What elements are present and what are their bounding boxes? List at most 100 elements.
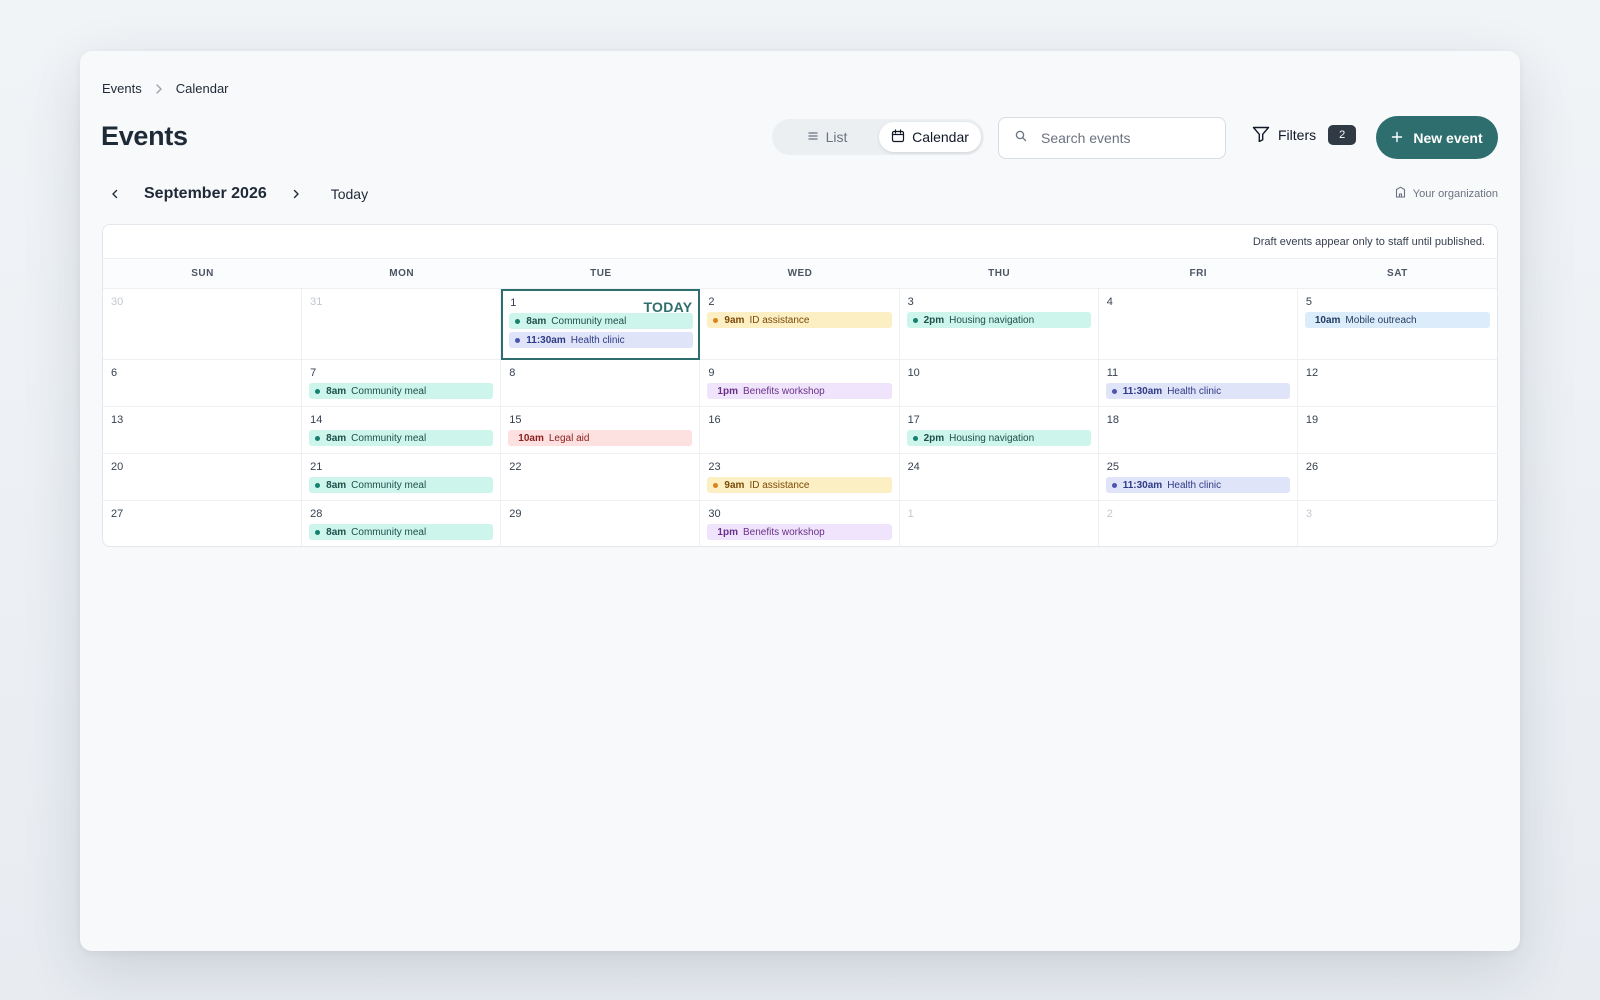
event-title: Housing navigation xyxy=(949,432,1035,444)
day-cell[interactable]: 28 8am Community meal xyxy=(302,501,502,546)
day-cell[interactable]: 18 xyxy=(1098,407,1298,454)
day-cell[interactable]: 29 xyxy=(501,501,701,546)
day-number: 14 xyxy=(310,414,323,426)
event-chip[interactable]: 9am ID assistance xyxy=(707,477,892,493)
day-cell[interactable]: 30 1pm Benefits workshop xyxy=(700,501,900,546)
day-number: 5 xyxy=(1305,296,1312,308)
day-cell[interactable]: 8 xyxy=(501,360,701,407)
day-cell[interactable]: 1 xyxy=(900,501,1099,546)
day-number: 23 xyxy=(708,461,721,473)
day-cell[interactable]: 4 xyxy=(1098,289,1298,360)
event-title: Housing navigation xyxy=(949,314,1035,326)
day-cell[interactable]: 17 2pm Housing navigation xyxy=(899,407,1099,454)
day-number: 30 xyxy=(708,508,721,520)
day-cell[interactable]: 3 xyxy=(1298,501,1497,546)
list-view-button[interactable]: List xyxy=(775,122,879,152)
day-cell[interactable]: 5 10am Mobile outreach xyxy=(1297,289,1497,360)
breadcrumb-events-link[interactable]: Events xyxy=(102,81,142,96)
app-window: Events Calendar Events List Calendar Sea… xyxy=(80,51,1520,951)
day-cell[interactable]: 9 1pm Benefits workshop xyxy=(700,360,900,407)
building-icon xyxy=(1395,186,1406,201)
day-cell[interactable]: 27 xyxy=(103,501,303,546)
event-status-dot xyxy=(713,482,719,488)
day-number: 21 xyxy=(310,461,323,473)
day-cell[interactable]: 23 9am ID assistance xyxy=(700,454,900,501)
event-chip[interactable]: 10am Mobile outreach xyxy=(1304,312,1490,328)
day-number: 2 xyxy=(1106,508,1113,520)
event-title: Community meal xyxy=(351,526,427,538)
event-chip[interactable]: 11:30am Health clinic xyxy=(1105,477,1290,493)
event-chip[interactable]: 2pm Housing navigation xyxy=(906,312,1091,328)
weekday-label: MON xyxy=(389,268,415,279)
day-number: 31 xyxy=(310,296,323,308)
filters-count-badge: 2 xyxy=(1328,125,1357,145)
day-cell[interactable]: 12 xyxy=(1297,360,1497,407)
day-cell[interactable]: 25 11:30am Health clinic xyxy=(1098,454,1298,501)
day-cell[interactable]: 2 xyxy=(1099,501,1298,546)
day-cell[interactable]: 14 8am Community meal xyxy=(302,407,502,454)
event-status-dot xyxy=(315,529,321,535)
list-icon xyxy=(807,129,819,145)
day-number: 7 xyxy=(310,367,317,379)
event-chip[interactable]: 8am Community meal xyxy=(309,477,494,493)
new-event-button[interactable]: New event xyxy=(1376,116,1498,159)
day-number: 2 xyxy=(708,296,715,308)
event-time: 11:30am xyxy=(1122,385,1163,397)
weekday-label: WED xyxy=(787,268,813,279)
day-cell[interactable]: 2 9am ID assistance xyxy=(700,289,900,360)
day-number: 9 xyxy=(708,367,715,379)
event-chip[interactable]: 8am Community meal xyxy=(309,383,494,399)
event-chip[interactable]: 10am Legal aid xyxy=(508,430,693,446)
event-title: Community meal xyxy=(351,479,427,491)
day-cell[interactable]: 26 xyxy=(1297,454,1497,501)
today-button[interactable]: Today xyxy=(331,186,368,202)
event-chip[interactable]: 1pm Benefits workshop xyxy=(707,383,892,399)
day-cell[interactable]: 7 8am Community meal xyxy=(302,360,502,407)
day-cell[interactable]: 30 xyxy=(103,289,303,360)
day-cell[interactable]: 13 xyxy=(103,407,303,454)
day-cell[interactable]: 21 8am Community meal xyxy=(302,454,502,501)
day-cell[interactable]: 15 10am Legal aid xyxy=(501,407,701,454)
event-chip[interactable]: 11:30am Health clinic xyxy=(509,332,694,348)
day-cell[interactable]: 22 xyxy=(501,454,701,501)
calendar-grid: Draft events appear only to staff until … xyxy=(102,224,1498,547)
day-cell[interactable]: 31 xyxy=(302,289,502,360)
event-time: 8am xyxy=(326,385,347,397)
day-cell[interactable]: 3 2pm Housing navigation xyxy=(899,289,1099,360)
calendar-view-button[interactable]: Calendar xyxy=(879,122,981,152)
event-chip[interactable]: 11:30am Health clinic xyxy=(1105,383,1290,399)
day-cell[interactable]: 16 xyxy=(700,407,900,454)
event-chip[interactable]: 8am Community meal xyxy=(309,430,494,446)
event-title: Mobile outreach xyxy=(1345,314,1417,326)
day-cell[interactable]: 20 xyxy=(103,454,303,501)
event-time: 8am xyxy=(526,315,547,327)
event-chip[interactable]: 2pm Housing navigation xyxy=(906,430,1091,446)
day-cell-today[interactable]: 1 TODAY 8am Community meal 11:30am Health cli… xyxy=(501,289,701,360)
day-number: 22 xyxy=(509,461,522,473)
event-chip[interactable]: 8am Community meal xyxy=(509,313,694,329)
search-input[interactable] xyxy=(1041,130,1211,146)
day-number: 6 xyxy=(111,367,118,379)
event-chip[interactable]: 9am ID assistance xyxy=(707,312,892,328)
weekday-label: SUN xyxy=(191,268,214,279)
day-cell[interactable]: 10 xyxy=(899,360,1099,407)
day-cell[interactable]: 19 xyxy=(1297,407,1497,454)
draft-note: Draft events appear only to staff until … xyxy=(103,225,1497,259)
previous-month-button[interactable] xyxy=(102,181,128,207)
event-chip[interactable]: 1pm Benefits workshop xyxy=(707,524,892,540)
event-title: Community meal xyxy=(351,385,427,397)
day-cell[interactable]: 11 11:30am Health clinic xyxy=(1098,360,1298,407)
event-chip[interactable]: 8am Community meal xyxy=(309,524,494,540)
month-navigation: September 2026 Today xyxy=(102,179,368,209)
day-cell[interactable]: 6 xyxy=(103,360,303,407)
event-time: 11:30am xyxy=(526,334,566,346)
event-status-dot xyxy=(515,318,521,324)
day-cell[interactable]: 24 xyxy=(899,454,1099,501)
event-title: Health clinic xyxy=(1167,385,1222,397)
event-time: 10am xyxy=(518,432,544,444)
filters-button[interactable]: Filters 2 xyxy=(1252,125,1357,145)
next-month-button[interactable] xyxy=(283,181,309,207)
event-time: 1pm xyxy=(717,526,738,538)
day-number: 19 xyxy=(1305,414,1319,426)
day-number: 8 xyxy=(509,367,516,379)
